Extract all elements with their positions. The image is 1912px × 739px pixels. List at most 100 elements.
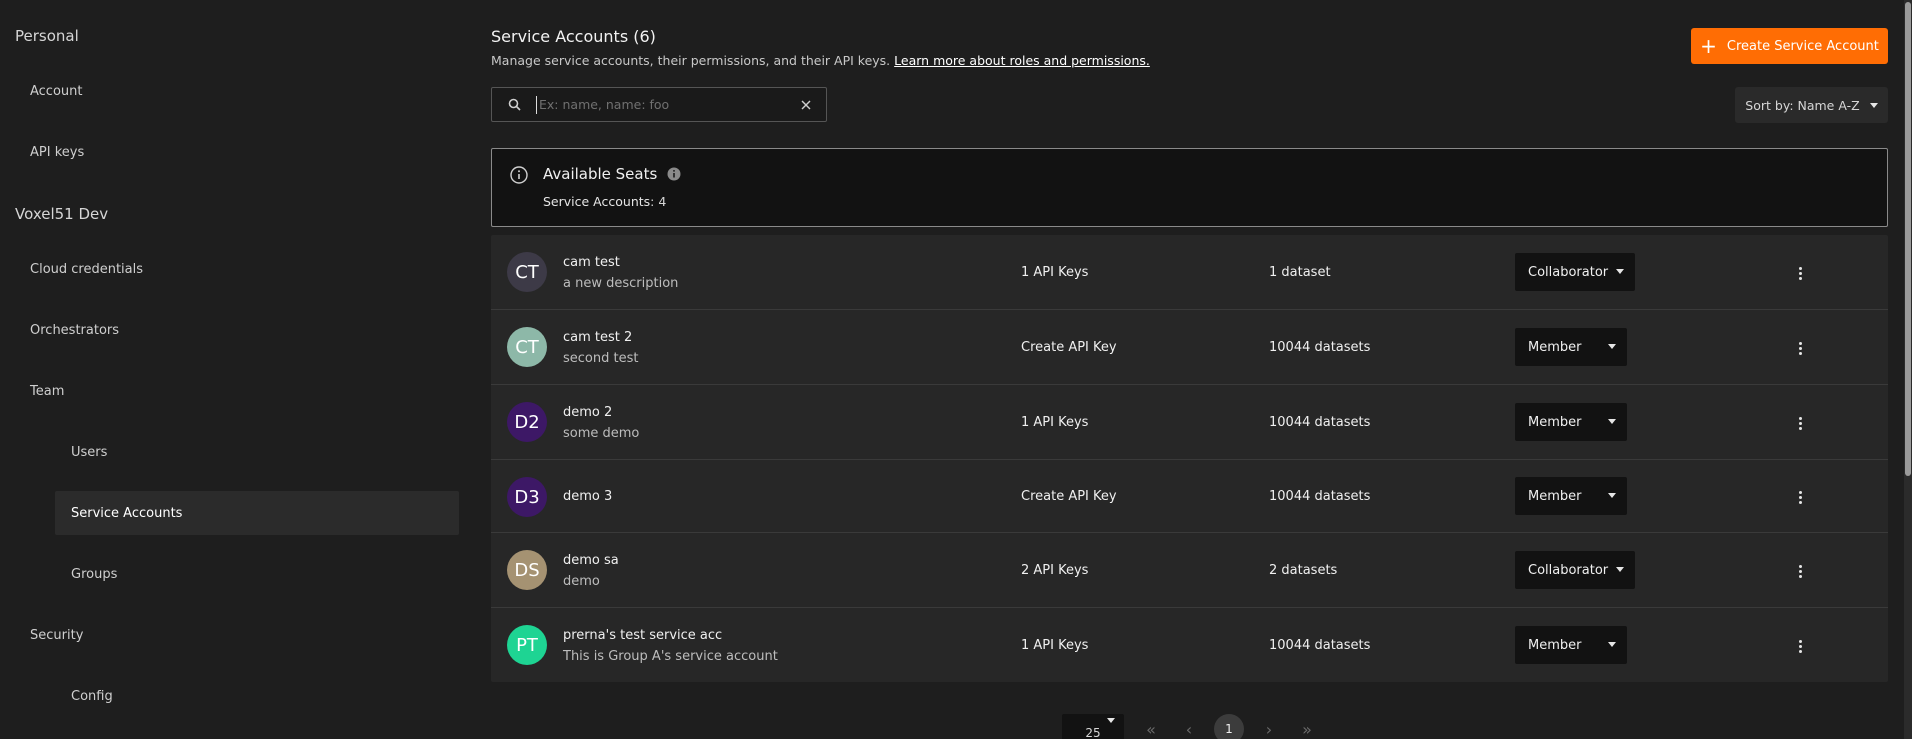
available-seats-label: Available Seats	[543, 165, 658, 183]
account-description: demo	[563, 574, 600, 589]
more-options-icon[interactable]	[1791, 559, 1809, 583]
table-row[interactable]: D2 demo 2 some demo 1 API Keys 10044 dat…	[491, 385, 1888, 460]
more-options-icon[interactable]	[1791, 411, 1809, 435]
account-name[interactable]: cam test	[563, 255, 620, 270]
avatar: D3	[507, 477, 547, 517]
learn-more-link[interactable]: Learn more about roles and permissions.	[894, 53, 1150, 68]
sidebar-item-users[interactable]: Users	[55, 430, 459, 474]
api-keys-link[interactable]: 2 API Keys	[1021, 563, 1088, 578]
chevron-down-icon	[1608, 419, 1616, 424]
create-service-account-button[interactable]: + Create Service Account	[1691, 28, 1888, 64]
chevron-down-icon	[1107, 718, 1115, 723]
avatar: CT	[507, 252, 547, 292]
table-row[interactable]: PT prerna's test service acc This is Gro…	[491, 608, 1888, 682]
sidebar-item-groups[interactable]: Groups	[55, 552, 459, 596]
account-description: some demo	[563, 426, 640, 441]
available-seats-panel: Available Seats Service Accounts: 4	[491, 148, 1888, 227]
account-description: This is Group A's service account	[563, 649, 778, 664]
sidebar-item-account[interactable]: Account	[30, 69, 83, 113]
available-seats-title: Available Seats	[543, 165, 681, 183]
page-description: Manage service accounts, their permissio…	[491, 53, 1150, 68]
role-label: Member	[1528, 637, 1582, 653]
account-name[interactable]: demo 3	[563, 489, 612, 504]
avatar: PT	[507, 625, 547, 665]
sidebar-item-cloud-credentials[interactable]: Cloud credentials	[30, 247, 143, 291]
account-description: a new description	[563, 276, 679, 291]
account-name[interactable]: prerna's test service acc	[563, 628, 722, 643]
table-row[interactable]: DS demo sa demo 2 API Keys 2 datasets Co…	[491, 533, 1888, 608]
last-page-icon[interactable]: »	[1288, 714, 1326, 739]
sort-label: Sort by: Name A-Z	[1745, 97, 1860, 113]
api-keys-link[interactable]: 1 API Keys	[1021, 265, 1088, 280]
search-icon	[492, 98, 536, 111]
more-options-icon[interactable]	[1791, 485, 1809, 509]
account-description: second test	[563, 351, 639, 366]
sidebar-item-service-accounts[interactable]: Service Accounts	[55, 491, 459, 535]
role-dropdown[interactable]: Collaborator	[1515, 551, 1635, 589]
info-icon[interactable]	[667, 167, 681, 181]
role-label: Member	[1528, 488, 1582, 504]
account-name[interactable]: cam test 2	[563, 330, 632, 345]
page-description-text: Manage service accounts, their permissio…	[491, 53, 891, 68]
service-accounts-table: CT cam test a new description 1 API Keys…	[491, 235, 1888, 682]
chevron-down-icon	[1616, 567, 1624, 572]
chevron-down-icon	[1616, 269, 1624, 274]
role-dropdown[interactable]: Member	[1515, 477, 1627, 515]
next-page-icon[interactable]: ›	[1250, 714, 1288, 739]
plus-icon: +	[1700, 34, 1717, 58]
datasets-count: 10044 datasets	[1269, 489, 1371, 504]
role-dropdown[interactable]: Member	[1515, 626, 1627, 664]
api-keys-link[interactable]: 1 API Keys	[1021, 638, 1088, 653]
pagination: 25 « ‹ 1 › »	[1062, 714, 1326, 739]
table-row[interactable]: D3 demo 3 Create API Key 10044 datasets …	[491, 460, 1888, 533]
avatar: DS	[507, 550, 547, 590]
datasets-count: 2 datasets	[1269, 563, 1338, 578]
role-label: Member	[1528, 414, 1582, 430]
role-label: Member	[1528, 339, 1582, 355]
more-options-icon[interactable]	[1791, 336, 1809, 360]
api-keys-link[interactable]: 1 API Keys	[1021, 415, 1088, 430]
chevron-down-icon	[1608, 493, 1616, 498]
search-input[interactable]	[536, 95, 786, 114]
account-name[interactable]: demo sa	[563, 553, 619, 568]
clear-search-icon[interactable]	[786, 100, 826, 110]
sidebar-section-org: Voxel51 Dev	[15, 205, 109, 223]
role-dropdown[interactable]: Collaborator	[1515, 253, 1635, 291]
datasets-count: 1 dataset	[1269, 265, 1331, 280]
sort-dropdown[interactable]: Sort by: Name A-Z	[1735, 87, 1888, 123]
sidebar-item-team[interactable]: Team	[30, 369, 64, 413]
table-row[interactable]: CT cam test 2 second test Create API Key…	[491, 310, 1888, 385]
avatar: CT	[507, 327, 547, 367]
prev-page-icon[interactable]: ‹	[1170, 714, 1208, 739]
scrollbar-thumb[interactable]	[1905, 2, 1911, 476]
main-content: Service Accounts (6) Manage service acco…	[491, 0, 1888, 739]
table-row[interactable]: CT cam test a new description 1 API Keys…	[491, 235, 1888, 310]
page-button-current[interactable]: 1	[1214, 714, 1244, 739]
create-api-key-link[interactable]: Create API Key	[1021, 489, 1117, 504]
more-options-icon[interactable]	[1791, 261, 1809, 285]
rows-per-page-select[interactable]: 25	[1062, 714, 1124, 739]
datasets-count: 10044 datasets	[1269, 415, 1371, 430]
info-outline-icon	[510, 166, 528, 184]
sidebar-item-config[interactable]: Config	[55, 674, 459, 718]
first-page-icon[interactable]: «	[1132, 714, 1170, 739]
sidebar-item-orchestrators[interactable]: Orchestrators	[30, 308, 119, 352]
chevron-down-icon	[1869, 102, 1878, 108]
account-name[interactable]: demo 2	[563, 405, 612, 420]
rows-per-page-value: 25	[1085, 726, 1101, 739]
chevron-down-icon	[1608, 642, 1616, 647]
sidebar-section-personal: Personal	[15, 27, 79, 45]
chevron-down-icon	[1608, 344, 1616, 349]
role-label: Collaborator	[1528, 562, 1609, 578]
sidebar-item-security[interactable]: Security	[30, 613, 83, 657]
role-dropdown[interactable]: Member	[1515, 403, 1627, 441]
role-dropdown[interactable]: Member	[1515, 328, 1627, 366]
create-api-key-link[interactable]: Create API Key	[1021, 340, 1117, 355]
page-scrollbar[interactable]	[1904, 0, 1912, 739]
sidebar-item-api-keys[interactable]: API keys	[30, 130, 84, 174]
more-options-icon[interactable]	[1791, 634, 1809, 658]
datasets-count: 10044 datasets	[1269, 638, 1371, 653]
seat-count: Service Accounts: 4	[543, 194, 666, 209]
role-label: Collaborator	[1528, 264, 1609, 280]
datasets-count: 10044 datasets	[1269, 340, 1371, 355]
